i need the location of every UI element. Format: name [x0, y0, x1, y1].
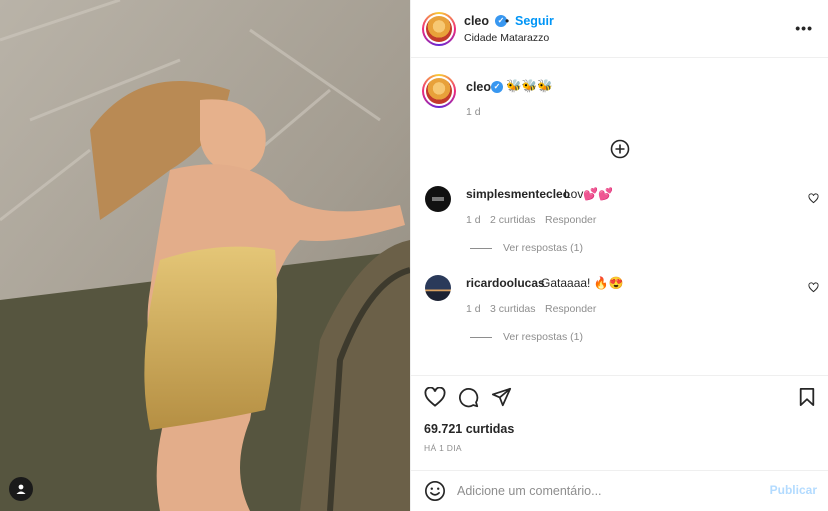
caption-username[interactable]: cleo [466, 80, 491, 94]
view-replies-button[interactable]: Ver respostas (1) [503, 242, 583, 254]
more-options-icon[interactable]: ••• [795, 20, 813, 36]
comment-input[interactable] [457, 481, 757, 501]
post-side-panel: cleo ✓ • Seguir Cidade Matarazzo ••• cle… [410, 0, 828, 511]
author-username[interactable]: cleo [464, 14, 489, 28]
comment-username[interactable]: simplesmentecleo [466, 187, 570, 201]
reply-divider [470, 248, 492, 249]
comment-avatar[interactable] [425, 275, 451, 301]
caption-text: 🐝🐝🐝 [506, 79, 553, 93]
view-replies-button[interactable]: Ver respostas (1) [503, 331, 583, 343]
comment-reply-button[interactable]: Responder [545, 303, 596, 315]
comment-like-icon[interactable] [808, 282, 819, 293]
likes-count[interactable]: 69.721 curtidas [424, 422, 514, 436]
heart-icon[interactable] [424, 387, 446, 407]
publish-button[interactable]: Publicar [770, 483, 817, 497]
paper-plane-icon[interactable] [491, 387, 512, 407]
comment-text: Gataaaa! 🔥😍 [541, 276, 624, 290]
follow-button[interactable]: Seguir [515, 14, 554, 28]
plus-circle-icon[interactable] [610, 139, 630, 159]
comment-likes[interactable]: 2 curtidas [490, 214, 536, 226]
comment-reply-button[interactable]: Responder [545, 214, 596, 226]
comment-avatar[interactable] [425, 186, 451, 212]
comment-bubble-icon[interactable] [458, 387, 479, 408]
post-photo[interactable] [0, 0, 410, 511]
comment-username[interactable]: ricardoolucas [466, 276, 545, 290]
location-link[interactable]: Cidade Matarazzo [464, 32, 549, 44]
comment-text: Lov💕💕 [564, 187, 614, 201]
emoji-smile-icon[interactable] [424, 480, 446, 502]
comment-age[interactable]: 1 d [466, 214, 481, 226]
comment-composer: Publicar [411, 470, 828, 511]
reply-divider [470, 337, 492, 338]
separator-dot: • [505, 14, 510, 28]
post-timestamp[interactable]: HÁ 1 DIA [424, 443, 462, 453]
bookmark-icon[interactable] [798, 387, 816, 407]
caption-avatar[interactable] [422, 74, 456, 108]
comment-age[interactable]: 1 d [466, 303, 481, 315]
post-image [0, 0, 410, 511]
comment-likes[interactable]: 3 curtidas [490, 303, 536, 315]
comment-like-icon[interactable] [808, 193, 819, 204]
caption-age[interactable]: 1 d [466, 106, 481, 118]
post-header: cleo ✓ • Seguir Cidade Matarazzo ••• [411, 0, 828, 58]
user-tag-icon [16, 484, 26, 494]
author-avatar[interactable] [422, 12, 456, 46]
verified-badge-icon: ✓ [491, 81, 503, 93]
user-tag-button[interactable] [9, 477, 33, 501]
